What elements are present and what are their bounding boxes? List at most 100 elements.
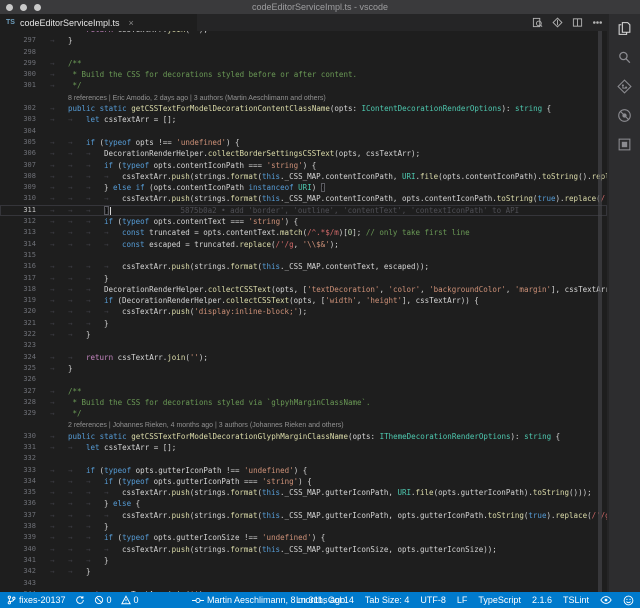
language-mode-status[interactable]: TypeScript bbox=[478, 595, 521, 605]
code-row[interactable]: 339→→→if (typeof opts.gutterIconSize !==… bbox=[0, 532, 607, 543]
code-row[interactable]: 337→→→→cssTextArr.push(strings.format(th… bbox=[0, 510, 607, 521]
tab-whitespace-arrow: → bbox=[104, 239, 122, 250]
tab-whitespace-arrow: → bbox=[86, 510, 104, 521]
code-row[interactable]: 325→} bbox=[0, 363, 607, 374]
tab-codeEditorServiceImpl[interactable]: TS codeEditorServiceImpl.ts × bbox=[0, 14, 197, 31]
code-row[interactable]: 314→→→→const escaped = truncated.replace… bbox=[0, 239, 607, 250]
close-window-button[interactable] bbox=[6, 4, 13, 11]
code-row[interactable]: 298 bbox=[0, 47, 607, 58]
code-row[interactable]: 331→→let cssTextArr = []; bbox=[0, 442, 607, 453]
extensions-icon[interactable] bbox=[616, 136, 633, 153]
code-row[interactable]: 343 bbox=[0, 578, 607, 589]
code-row[interactable]: 301→ */ bbox=[0, 80, 607, 91]
code-row[interactable]: 319→→→if (DecorationRenderHelper.collect… bbox=[0, 295, 607, 306]
code-row[interactable]: 335→→→→cssTextArr.push(strings.format(th… bbox=[0, 487, 607, 498]
debug-icon[interactable] bbox=[616, 107, 633, 124]
encoding-status[interactable]: UTF-8 bbox=[420, 595, 446, 605]
code-row[interactable]: 321→→→} bbox=[0, 318, 607, 329]
source-control-icon[interactable] bbox=[616, 78, 633, 95]
tab-whitespace-arrow: → bbox=[104, 261, 122, 272]
code-row[interactable]: 340→→→→cssTextArr.push(strings.format(th… bbox=[0, 544, 607, 555]
code-row[interactable]: 306→→→DecorationRenderHelper.collectBord… bbox=[0, 148, 607, 159]
code-row[interactable]: 341→→→} bbox=[0, 555, 607, 566]
code-row[interactable]: 308→→→→cssTextArr.push(strings.format(th… bbox=[0, 171, 607, 182]
codelens-row[interactable]: 2 references | Johannes Rieken, 4 months… bbox=[0, 419, 607, 430]
code-row[interactable]: 300→ * Build the CSS for decorations sty… bbox=[0, 69, 607, 80]
code-row[interactable]: 323 bbox=[0, 340, 607, 351]
feedback-smiley[interactable] bbox=[623, 595, 634, 606]
status-label: Ln 311, Col 14 bbox=[296, 595, 354, 605]
maximize-window-button[interactable] bbox=[34, 4, 41, 11]
tab-size-status[interactable]: Tab Size: 4 bbox=[365, 595, 410, 605]
code-row[interactable]: 322→→} bbox=[0, 329, 607, 340]
code-row[interactable]: 309→→→} else if (opts.contentIconPath in… bbox=[0, 182, 607, 193]
minimize-window-button[interactable] bbox=[20, 4, 27, 11]
code-row[interactable]: 318→→→DecorationRenderHelper.collectCSST… bbox=[0, 284, 607, 295]
git-blame-annotation: 5875b0a2 • add 'border', 'outline', 'con… bbox=[181, 206, 520, 215]
ts-version-status[interactable]: 2.1.6 bbox=[532, 595, 552, 605]
open-preview-icon[interactable] bbox=[532, 17, 543, 28]
line-number: 303 bbox=[0, 114, 50, 125]
sync-status[interactable] bbox=[75, 595, 85, 605]
tab-whitespace-arrow: → bbox=[86, 239, 104, 250]
code-row[interactable]: 324→→return cssTextArr.join(''); bbox=[0, 352, 607, 363]
code-row[interactable]: 317→→→} bbox=[0, 273, 607, 284]
codelens-label[interactable]: 8 references | Eric Amodio, 2 days ago |… bbox=[68, 95, 326, 102]
line-number: 300 bbox=[0, 69, 50, 80]
tab-whitespace-arrow: → bbox=[104, 487, 122, 498]
code-row[interactable]: 304 bbox=[0, 126, 607, 137]
tab-whitespace-arrow: → bbox=[86, 227, 104, 238]
cursor-position-status[interactable]: Ln 311, Col 14 bbox=[296, 595, 354, 605]
git-branch-status[interactable]: fixes-20137 bbox=[7, 595, 66, 605]
code-editor[interactable]: 296→→return cssTextArr.join('');297→}298… bbox=[0, 31, 607, 592]
tab-whitespace-arrow: → bbox=[68, 318, 86, 329]
code-row[interactable]: 338→→→} bbox=[0, 521, 607, 532]
line-number: 310 bbox=[0, 193, 50, 204]
line-number: 304 bbox=[0, 126, 50, 137]
code-row[interactable]: 311→→→}5875b0a2 • add 'border', 'outline… bbox=[0, 205, 607, 216]
status-label: TSLint bbox=[563, 595, 589, 605]
code-row[interactable]: 332 bbox=[0, 453, 607, 464]
more-actions-icon[interactable] bbox=[592, 17, 603, 28]
code-row[interactable]: 320→→→→cssTextArr.push('display:inline-b… bbox=[0, 306, 607, 317]
warning-count[interactable]: 0 bbox=[121, 595, 139, 605]
codelens-row[interactable]: 8 references | Eric Amodio, 2 days ago |… bbox=[0, 92, 607, 103]
code-row[interactable]: 327→/** bbox=[0, 386, 607, 397]
code-row[interactable]: 315 bbox=[0, 250, 607, 261]
code-row[interactable]: 330→public static getCSSTextForModelDeco… bbox=[0, 431, 607, 442]
tab-whitespace-arrow: → bbox=[68, 205, 86, 216]
code-row[interactable]: 307→→→if (typeof opts.contentIconPath ==… bbox=[0, 160, 607, 171]
tab-whitespace-arrow: → bbox=[104, 306, 122, 317]
code-row[interactable]: 312→→→if (typeof opts.contentText === 's… bbox=[0, 216, 607, 227]
explorer-icon[interactable] bbox=[616, 20, 633, 37]
eol-status[interactable]: LF bbox=[457, 595, 468, 605]
tab-whitespace-arrow: → bbox=[50, 273, 68, 284]
open-changes-icon[interactable] bbox=[552, 17, 563, 28]
code-row[interactable]: 305→→if (typeof opts !== 'undefined') { bbox=[0, 137, 607, 148]
close-tab-icon[interactable]: × bbox=[129, 18, 134, 28]
code-row[interactable]: 329→ */ bbox=[0, 408, 607, 419]
code-row[interactable]: 316→→→→cssTextArr.push(strings.format(th… bbox=[0, 261, 607, 272]
search-icon[interactable] bbox=[616, 49, 633, 66]
code-row[interactable]: 336→→→} else { bbox=[0, 498, 607, 509]
code-row[interactable]: 342→→} bbox=[0, 566, 607, 577]
code-row[interactable]: 303→→let cssTextArr = []; bbox=[0, 114, 607, 125]
code-row[interactable]: 302→public static getCSSTextForModelDeco… bbox=[0, 103, 607, 114]
codelens-label[interactable]: 2 references | Johannes Rieken, 4 months… bbox=[68, 422, 344, 429]
tab-whitespace-arrow: → bbox=[68, 193, 86, 204]
code-row[interactable]: 326 bbox=[0, 374, 607, 385]
code-row[interactable]: 297→} bbox=[0, 35, 607, 46]
code-row[interactable]: 310→→→→cssTextArr.push(strings.format(th… bbox=[0, 193, 607, 204]
watch-status[interactable] bbox=[600, 595, 612, 605]
error-count[interactable]: 0 bbox=[94, 595, 112, 605]
split-editor-icon[interactable] bbox=[572, 17, 583, 28]
line-number: 299 bbox=[0, 58, 50, 69]
code-row[interactable]: 313→→→→const truncated = opts.contentTex… bbox=[0, 227, 607, 238]
line-number: 337 bbox=[0, 510, 50, 521]
tslint-status[interactable]: TSLint bbox=[563, 595, 589, 605]
vertical-scrollbar[interactable] bbox=[598, 31, 602, 592]
code-row[interactable]: 328→ * Build the CSS for decorations sty… bbox=[0, 397, 607, 408]
code-row[interactable]: 334→→→if (typeof opts.gutterIconPath ===… bbox=[0, 476, 607, 487]
code-row[interactable]: 333→→if (typeof opts.gutterIconPath !== … bbox=[0, 465, 607, 476]
code-row[interactable]: 299→/** bbox=[0, 58, 607, 69]
